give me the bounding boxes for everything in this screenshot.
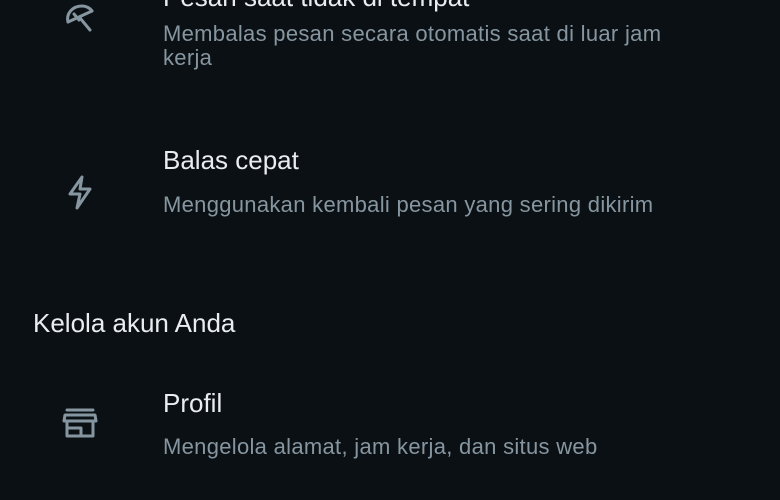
- profile-description: Mengelola alamat, jam kerja, dan situs w…: [163, 434, 598, 459]
- profile-title: Profil: [163, 388, 223, 418]
- settings-item-profile[interactable]: Profil Mengelola alamat, jam kerja, dan …: [0, 0, 780, 500]
- storefront-icon: [60, 402, 100, 442]
